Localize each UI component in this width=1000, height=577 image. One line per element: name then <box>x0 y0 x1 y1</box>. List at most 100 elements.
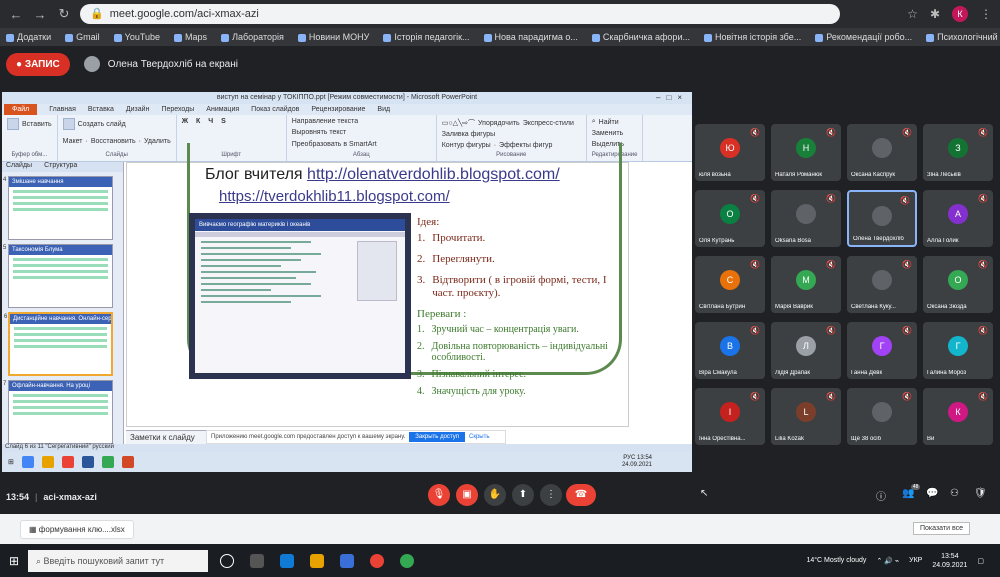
bookmark-item[interactable]: Новітня історія збе... <box>715 32 801 42</box>
mic-off-button[interactable]: 🎙 <box>428 484 450 506</box>
weather-widget[interactable]: 14°C Mostly cloudy <box>806 557 866 564</box>
chrome-icon-1[interactable] <box>370 553 384 568</box>
replace-button[interactable]: Заменить <box>592 130 623 137</box>
panel-tab[interactable]: Слайды <box>6 162 32 172</box>
participant-tile[interactable]: С 🔇 Світлана Бутрин <box>695 256 765 313</box>
bookmark-item[interactable]: Нова парадигма о... <box>495 32 578 42</box>
task-view-icon[interactable] <box>250 553 264 568</box>
address-bar[interactable]: 🔒 meet.google.com/aci-xmax-azi <box>80 4 840 24</box>
ppt-tab[interactable]: Показ слайдов <box>251 106 299 113</box>
ppt-tab[interactable]: Файл <box>4 104 38 115</box>
more-options-button[interactable]: ⋮ <box>540 484 562 506</box>
align-text-button[interactable]: Выровнять текст <box>292 129 347 136</box>
participant-tile[interactable]: З 🔇 Зіна Леськів <box>923 124 993 181</box>
slide-thumbnail[interactable]: 6Дистанційне навчання. Онлайн-сервіси ІК… <box>4 312 113 376</box>
browser-icon[interactable] <box>21 456 34 468</box>
ppt-tab[interactable]: Переходы <box>161 106 194 113</box>
participant-tile[interactable]: М 🔇 Марія Ваврик <box>771 256 841 313</box>
participant-tile[interactable]: 🔇 Oksana Bosa <box>771 190 841 247</box>
people-icon[interactable]: 👥 48 <box>902 484 921 499</box>
restore-button[interactable]: Восстановить <box>91 138 136 145</box>
bookmark-item[interactable]: Maps <box>185 32 207 42</box>
raise-hand-button[interactable]: ✋ <box>484 484 506 506</box>
start-icon[interactable]: ⊞ <box>8 458 14 466</box>
activities-icon[interactable]: ⚇ <box>950 488 959 499</box>
participant-tile[interactable]: 🔇 Оксана Каспрук <box>847 124 917 181</box>
arrange-button[interactable]: Упорядочить <box>478 120 520 127</box>
store-icon[interactable] <box>340 553 354 568</box>
participant-tile[interactable]: Г 🔇 Ганна Девк <box>847 322 917 379</box>
ppt-tab[interactable]: Вставка <box>88 106 114 113</box>
hide-button[interactable]: Скрыть <box>469 434 489 440</box>
star-icon[interactable]: ☆ <box>907 7 918 21</box>
chrome-icon-2[interactable] <box>400 553 414 568</box>
slide-thumbnail[interactable]: 7 Офлайн-навчання. На уроці <box>3 380 113 444</box>
extensions-icon[interactable]: ✱ <box>930 7 940 21</box>
explorer-icon[interactable] <box>310 553 324 568</box>
bookmark-item[interactable]: YouTube <box>125 32 160 42</box>
bookmark-item[interactable]: Додатки <box>17 32 51 42</box>
participant-tile[interactable]: 🔇 Ще 38 осіб <box>847 388 917 445</box>
new-slide-icon[interactable] <box>62 118 75 130</box>
taskbar-clock[interactable]: 13:54 24.09.2021 <box>932 552 967 570</box>
participant-tile[interactable]: 🔇 Олена Твердохліб <box>847 190 917 247</box>
fill-button[interactable]: Заливка фигуры <box>442 131 495 138</box>
slide-thumbnail[interactable]: 4 Змішане навчання <box>3 176 113 240</box>
create-slide-button[interactable]: Создать слайд <box>78 121 126 128</box>
notifications-icon[interactable]: ▢ <box>977 557 984 565</box>
participant-tile[interactable]: В 🔇 Віра Смакула <box>695 322 765 379</box>
participant-tile[interactable]: Г 🔇 Галина Мороз <box>923 322 993 379</box>
participant-tile[interactable]: К 🔇 Ви <box>923 388 993 445</box>
powerpoint-icon[interactable] <box>121 456 134 468</box>
edge-icon[interactable] <box>280 553 294 568</box>
participant-tile[interactable]: L 🔇 Lilia Kozak <box>771 388 841 445</box>
ppt-tab[interactable]: Дизайн <box>126 106 150 113</box>
text-direction-button[interactable]: Направление текста <box>292 118 358 125</box>
downloaded-file[interactable]: ▦ формування клю....xlsx <box>20 519 134 539</box>
shapes-icon[interactable]: ▭○△╲⇨⌒ <box>442 118 475 128</box>
slide-notes[interactable]: Заметки к слайду <box>126 430 206 444</box>
show-all-button[interactable]: Показати все <box>913 522 970 535</box>
find-button[interactable]: Найти <box>599 119 619 126</box>
blog-link-2[interactable]: https://tverdokhlib11.blogspot.com/ <box>219 188 450 205</box>
participant-tile[interactable]: 🔇 Светлана Куку... <box>847 256 917 313</box>
tray-icons[interactable]: ⌃ 🔊 ⌁ <box>876 557 899 565</box>
bookmark-item[interactable]: Історія педагогік... <box>394 32 469 42</box>
participant-tile[interactable]: А 🔇 Алла Голик <box>923 190 993 247</box>
host-controls-icon[interactable]: 🛡 <box>974 488 987 499</box>
bookmark-item[interactable]: Gmail <box>76 32 100 42</box>
info-icon[interactable]: ⓘ <box>876 488 886 503</box>
leave-call-button[interactable]: ☎ <box>566 484 596 506</box>
participant-tile[interactable]: І 🔇 Інна Орестівна... <box>695 388 765 445</box>
participant-tile[interactable]: О 🔇 Оксана Зюзда <box>923 256 993 313</box>
taskbar-search[interactable]: ⌕ Введіть пошуковий запит тут <box>28 549 208 572</box>
delete-button[interactable]: Удалить <box>144 138 171 145</box>
record-badge[interactable]: ● ЗАПИС <box>6 52 70 76</box>
input-language[interactable]: УКР <box>909 557 922 564</box>
ppt-tab[interactable]: Рецензирование <box>311 106 365 113</box>
font-format-icons[interactable]: Ж К Ч S <box>182 118 281 125</box>
word-icon[interactable] <box>81 456 94 468</box>
back-icon[interactable]: ← <box>8 7 24 22</box>
cortana-icon[interactable] <box>220 553 234 568</box>
bookmark-item[interactable]: Новини МОНУ <box>309 32 370 42</box>
present-button[interactable]: ⬆ <box>512 484 534 506</box>
participant-tile[interactable]: Л 🔇 Лідія Драпак <box>771 322 841 379</box>
bookmark-item[interactable]: Психологічний суп... <box>937 32 1000 42</box>
chat-icon[interactable]: 💬 <box>926 488 938 499</box>
styles-button[interactable]: Экспресс-стили <box>523 120 574 127</box>
ppt-tab[interactable]: Главная <box>49 106 76 113</box>
profile-avatar[interactable]: К <box>952 6 968 22</box>
reload-icon[interactable]: ↻ <box>56 6 72 22</box>
camera-off-button[interactable]: ▣ <box>456 484 478 506</box>
panel-tab[interactable]: Структура <box>44 162 77 172</box>
app-icon[interactable] <box>61 456 74 468</box>
ppt-tab[interactable]: Анимация <box>206 106 239 113</box>
participant-tile[interactable]: Н 🔇 Наталя Романюк <box>771 124 841 181</box>
folder-icon[interactable] <box>41 456 54 468</box>
paste-icon[interactable] <box>7 118 19 130</box>
blog-link-1[interactable]: http://olenatverdohlib.blogspot.com/ <box>307 166 560 183</box>
menu-icon[interactable]: ⋮ <box>980 7 992 21</box>
forward-icon[interactable]: → <box>32 7 48 22</box>
paste-button[interactable]: Вставить <box>22 121 52 128</box>
